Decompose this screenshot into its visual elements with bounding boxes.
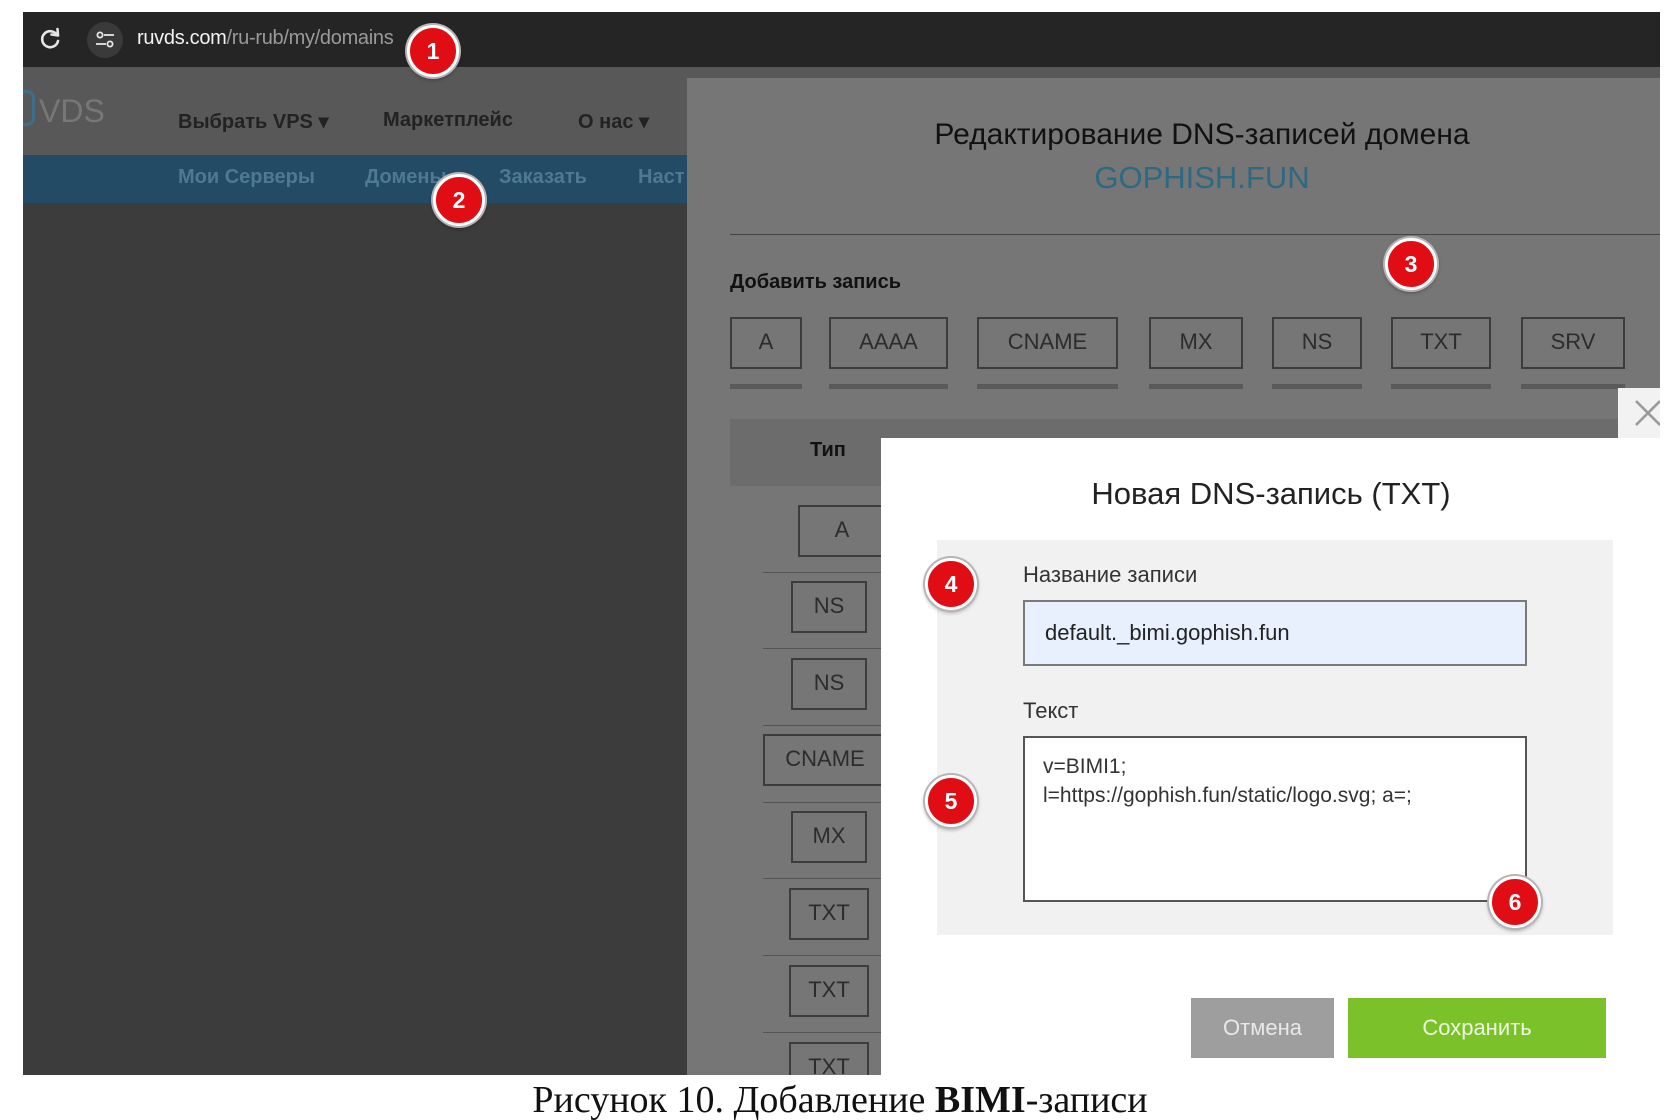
url-path: /ru-rub/my/domains [226, 27, 394, 49]
step-marker-4: 4 [925, 558, 977, 610]
site-settings-icon[interactable] [87, 22, 123, 58]
save-button[interactable]: Сохранить [1348, 998, 1606, 1058]
record-type-ns: NS [791, 581, 867, 633]
button-underline [730, 384, 802, 389]
add-cname-button[interactable]: CNAME [977, 317, 1118, 369]
logo-mark [23, 90, 35, 126]
caption-suffix: -записи [1025, 1079, 1148, 1120]
browser-toolbar: ruvds.com/ru-rub/my/domains [23, 12, 1660, 67]
button-underline [829, 384, 948, 389]
record-type-a: A [798, 505, 886, 557]
caption-prefix: Рисунок 10. Добавление [532, 1079, 935, 1120]
step-marker-2: 2 [433, 174, 485, 226]
button-underline [1272, 384, 1362, 389]
logo[interactable]: VDS [39, 93, 105, 130]
figure-caption: Рисунок 10. Добавление BIMI-записи [0, 1078, 1680, 1120]
step-marker-1: 1 [407, 25, 459, 77]
button-underline [1521, 384, 1625, 389]
record-type-ns: NS [791, 658, 867, 710]
record-name-label: Название записи [1023, 562, 1198, 587]
add-srv-button[interactable]: SRV [1521, 317, 1625, 369]
menu-marketplace[interactable]: Маркетплейс [383, 109, 513, 132]
panel-title: Редактирование DNS-записей домена [934, 118, 1470, 151]
url-host: ruvds.com [137, 27, 227, 49]
add-record-label: Добавить запись [730, 271, 902, 293]
add-aaaa-button[interactable]: AAAA [829, 317, 948, 369]
button-underline [1149, 384, 1243, 389]
cancel-button[interactable]: Отмена [1191, 998, 1334, 1058]
step-marker-6: 6 [1489, 876, 1541, 928]
address-bar[interactable]: ruvds.com/ru-rub/my/domains [137, 27, 394, 50]
record-name-input[interactable] [1023, 600, 1527, 666]
subnav-settings[interactable]: Наст [638, 166, 684, 189]
screenshot: ruvds.com/ru-rub/my/domains VDS Выбрать … [23, 12, 1660, 1075]
column-type: Тип [810, 439, 846, 461]
add-ns-button[interactable]: NS [1272, 317, 1362, 369]
panel-domain: GOPHISH.FUN [1094, 160, 1310, 195]
record-text-label: Текст [1023, 698, 1079, 723]
divider [730, 234, 1660, 235]
add-txt-button[interactable]: TXT [1391, 317, 1491, 369]
step-marker-5: 5 [925, 775, 977, 827]
record-type-txt: TXT [789, 1042, 869, 1075]
record-type-cname: CNAME [763, 734, 887, 786]
close-icon[interactable] [1618, 388, 1660, 438]
record-type-mx: MX [791, 811, 867, 863]
new-dns-record-dialog: Новая DNS-запись (TXT) Название записи Т… [881, 438, 1660, 1075]
add-a-button[interactable]: A [730, 317, 802, 369]
record-type-txt: TXT [789, 888, 869, 940]
subnav-my-servers[interactable]: Мои Серверы [178, 166, 315, 189]
menu-choose-vps[interactable]: Выбрать VPS ▾ [178, 109, 328, 134]
button-underline [1391, 384, 1491, 389]
dialog-title: Новая DNS-запись (TXT) [1091, 476, 1451, 511]
caption-bold: BIMI [934, 1079, 1026, 1120]
reload-icon[interactable] [37, 26, 63, 52]
subnav-order[interactable]: Заказать [499, 166, 587, 189]
step-marker-3: 3 [1385, 238, 1437, 290]
button-underline [977, 384, 1118, 389]
add-mx-button[interactable]: MX [1149, 317, 1243, 369]
menu-about[interactable]: О нас ▾ [578, 109, 649, 134]
record-type-txt: TXT [789, 965, 869, 1017]
subnav-domains[interactable]: Домены [365, 166, 447, 189]
record-text-input[interactable]: v=BIMI1; l=https://gophish.fun/static/lo… [1023, 736, 1527, 902]
